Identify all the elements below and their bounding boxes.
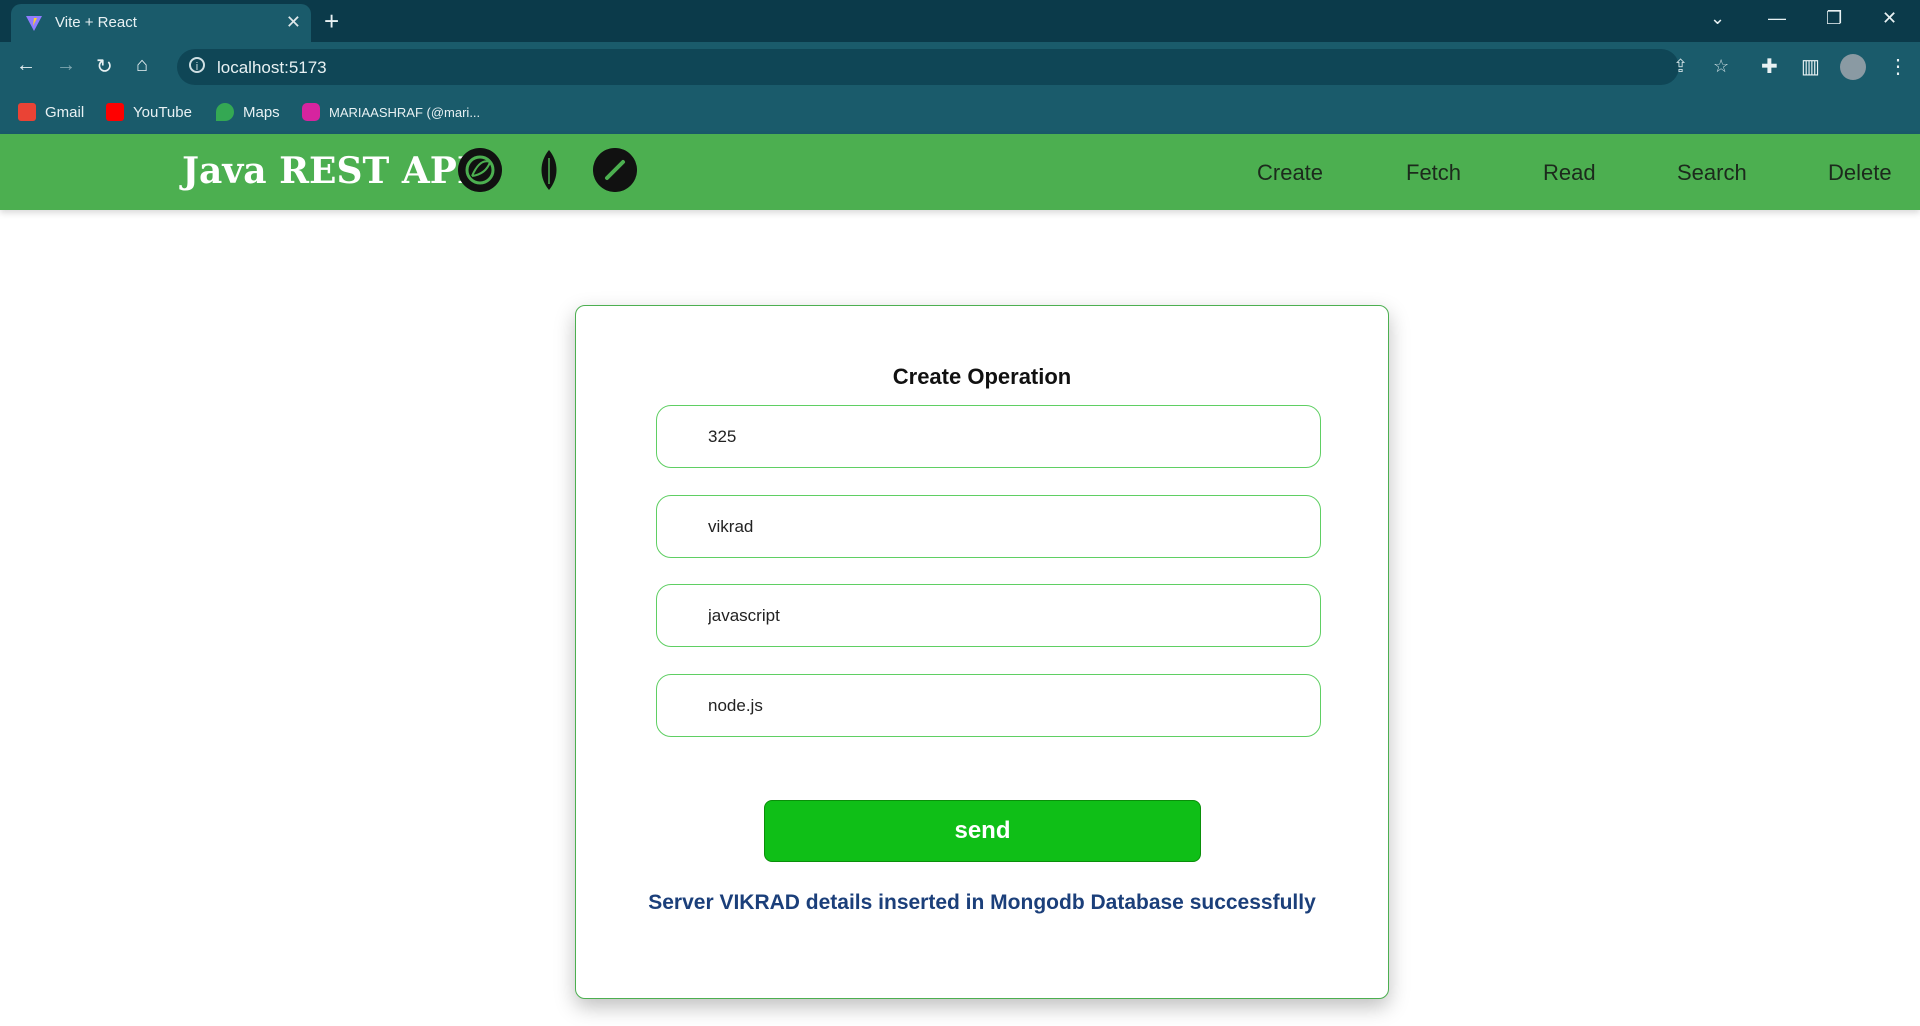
restore-icon[interactable]: ❐ [1826, 8, 1842, 29]
reload-icon[interactable]: ↻ [96, 54, 113, 79]
send-button[interactable]: send [764, 800, 1201, 862]
framework-input[interactable] [656, 674, 1321, 737]
nav-delete[interactable]: Delete [1828, 160, 1892, 186]
close-window-icon[interactable]: ✕ [1882, 8, 1897, 29]
language-input[interactable] [656, 584, 1321, 647]
maps-icon [216, 103, 234, 121]
nav-create[interactable]: Create [1257, 160, 1323, 186]
bookmarks-bar: Gmail YouTube Maps MARIAASHRAF (@mari... [0, 92, 1920, 134]
site-info-icon[interactable]: i [189, 57, 205, 73]
bookmark-label: Gmail [45, 103, 85, 121]
postman-icon [593, 148, 637, 192]
bookmark-gmail[interactable]: Gmail [18, 103, 84, 121]
browser-tab[interactable]: Vite + React ✕ [11, 4, 311, 42]
bookmark-label: Maps [243, 103, 280, 121]
tab-title: Vite + React [55, 14, 137, 31]
extensions-icon[interactable]: ✚ [1761, 54, 1778, 79]
brand-title: Java REST API [182, 150, 474, 192]
browser-tabbar: Vite + React ✕ + ⌄ — ❐ ✕ [0, 0, 1920, 42]
bookmark-maps[interactable]: Maps [216, 103, 280, 121]
spring-icon [458, 148, 502, 192]
vite-icon [26, 16, 42, 31]
youtube-icon [106, 103, 124, 121]
create-form-card: Create Operation send Server VIKRAD deta… [575, 305, 1389, 999]
instagram-icon [302, 103, 320, 121]
share-icon[interactable]: ⇪ [1673, 56, 1688, 77]
status-message: Server VIKRAD details inserted in Mongod… [648, 891, 1316, 914]
bookmark-star-icon[interactable]: ☆ [1713, 56, 1729, 77]
menu-icon[interactable]: ⋮ [1888, 54, 1908, 79]
profile-avatar[interactable] [1840, 54, 1866, 80]
nav-read[interactable]: Read [1543, 160, 1596, 186]
nav-fetch[interactable]: Fetch [1406, 160, 1461, 186]
bookmark-youtube[interactable]: YouTube [106, 103, 192, 121]
form-title: Create Operation [892, 364, 1072, 389]
minimize-icon[interactable]: — [1768, 8, 1786, 29]
back-icon[interactable]: ← [16, 54, 36, 77]
url-text: localhost:5173 [217, 58, 327, 77]
new-tab-icon[interactable]: + [324, 6, 339, 37]
tab-search-icon[interactable]: ⌄ [1710, 8, 1725, 29]
browser-toolbar: ← → ↻ ⌂ i localhost:5173 ⇪ ☆ ✚ ▥ ⋮ [0, 42, 1920, 92]
home-icon[interactable]: ⌂ [136, 54, 148, 77]
app-navbar: Java REST API Create Fetch Read Search D… [0, 134, 1920, 210]
close-tab-icon[interactable]: ✕ [286, 12, 301, 33]
bookmark-label: YouTube [133, 103, 192, 121]
name-input[interactable] [656, 495, 1321, 558]
id-input[interactable] [656, 405, 1321, 468]
forward-icon[interactable]: → [56, 54, 76, 77]
bookmark-instagram[interactable]: MARIAASHRAF (@mari... [302, 103, 480, 121]
mongodb-leaf-icon [541, 150, 557, 190]
nav-search[interactable]: Search [1677, 160, 1747, 186]
address-bar[interactable]: i localhost:5173 ⇪ ☆ [177, 49, 1729, 85]
side-panel-icon[interactable]: ▥ [1801, 54, 1820, 79]
gmail-icon [18, 103, 36, 121]
bookmark-label: MARIAASHRAF (@mari... [329, 104, 481, 120]
